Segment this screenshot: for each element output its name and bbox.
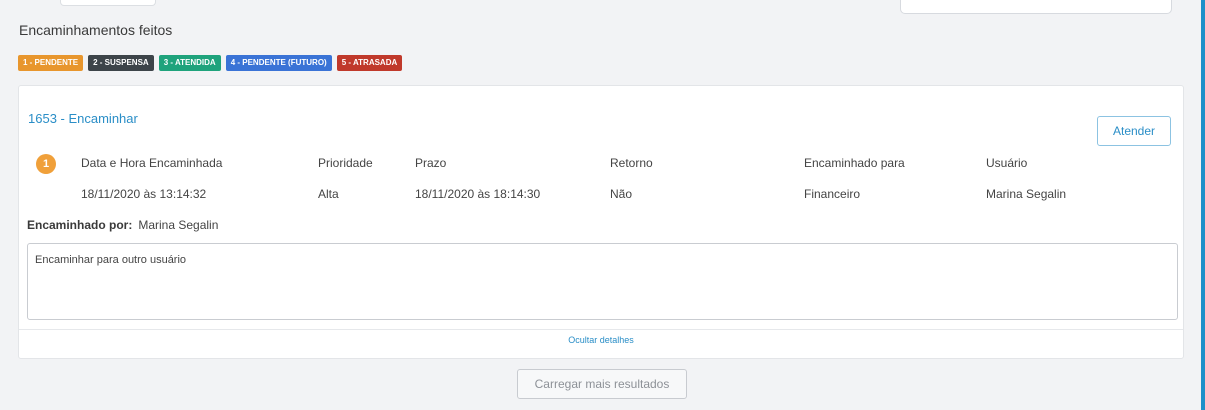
col-header-date: Data e Hora Encaminhada <box>81 156 223 170</box>
card-divider <box>19 329 1183 330</box>
hide-details-label[interactable]: Ocultar detalhes <box>568 335 634 345</box>
status-circle: 1 <box>36 154 56 174</box>
scrollbar-accent[interactable] <box>1201 0 1205 410</box>
forward-card: 1653 - Encaminhar Atender 1 Data e Hora … <box>18 85 1184 359</box>
col-header-priority: Prioridade <box>318 156 373 170</box>
value-priority: Alta <box>318 187 339 201</box>
search-field-fragment[interactable] <box>900 0 1172 14</box>
notes-textarea[interactable]: Encaminhar para outro usuário <box>27 243 1178 320</box>
legend-badge-pendente: 1 - PENDENTE <box>18 55 84 71</box>
section-title: Encaminhamentos feitos <box>19 22 173 38</box>
legend-badge-atendida: 3 - ATENDIDA <box>158 55 221 71</box>
legend-badge-pendente-futuro: 4 - PENDENTE (FUTURO) <box>225 55 332 71</box>
forwarded-by-value: Marina Segalin <box>138 218 219 232</box>
forwarded-by: Encaminhado por: Marina Segalin <box>27 218 218 232</box>
col-header-deadline: Prazo <box>415 156 447 170</box>
legend-badge-atrasada: 5 - ATRASADA <box>336 55 403 71</box>
attend-button[interactable]: Atender <box>1097 116 1171 146</box>
card-title-link[interactable]: 1653 - Encaminhar <box>28 111 138 126</box>
top-tab-fragment[interactable] <box>60 0 156 6</box>
forwarded-by-label: Encaminhado por: <box>27 218 133 232</box>
col-header-user: Usuário <box>986 156 1028 170</box>
value-return: Não <box>610 187 633 201</box>
hide-details-link: Ocultar detalhes <box>19 335 1183 345</box>
page: Encaminhamentos feitos 1 - PENDENTE 2 - … <box>0 0 1205 410</box>
value-deadline: 18/11/2020 às 18:14:30 <box>415 187 541 201</box>
status-legend: 1 - PENDENTE 2 - SUSPENSA 3 - ATENDIDA 4… <box>18 55 403 71</box>
value-date: 18/11/2020 às 13:14:32 <box>81 187 207 201</box>
load-more-button[interactable]: Carregar mais resultados <box>517 369 687 399</box>
value-user: Marina Segalin <box>986 187 1067 201</box>
value-forwarded-to: Financeiro <box>804 187 861 201</box>
col-header-return: Retorno <box>610 156 653 170</box>
legend-badge-suspensa: 2 - SUSPENSA <box>88 55 154 71</box>
col-header-forwarded-to: Encaminhado para <box>804 156 905 170</box>
